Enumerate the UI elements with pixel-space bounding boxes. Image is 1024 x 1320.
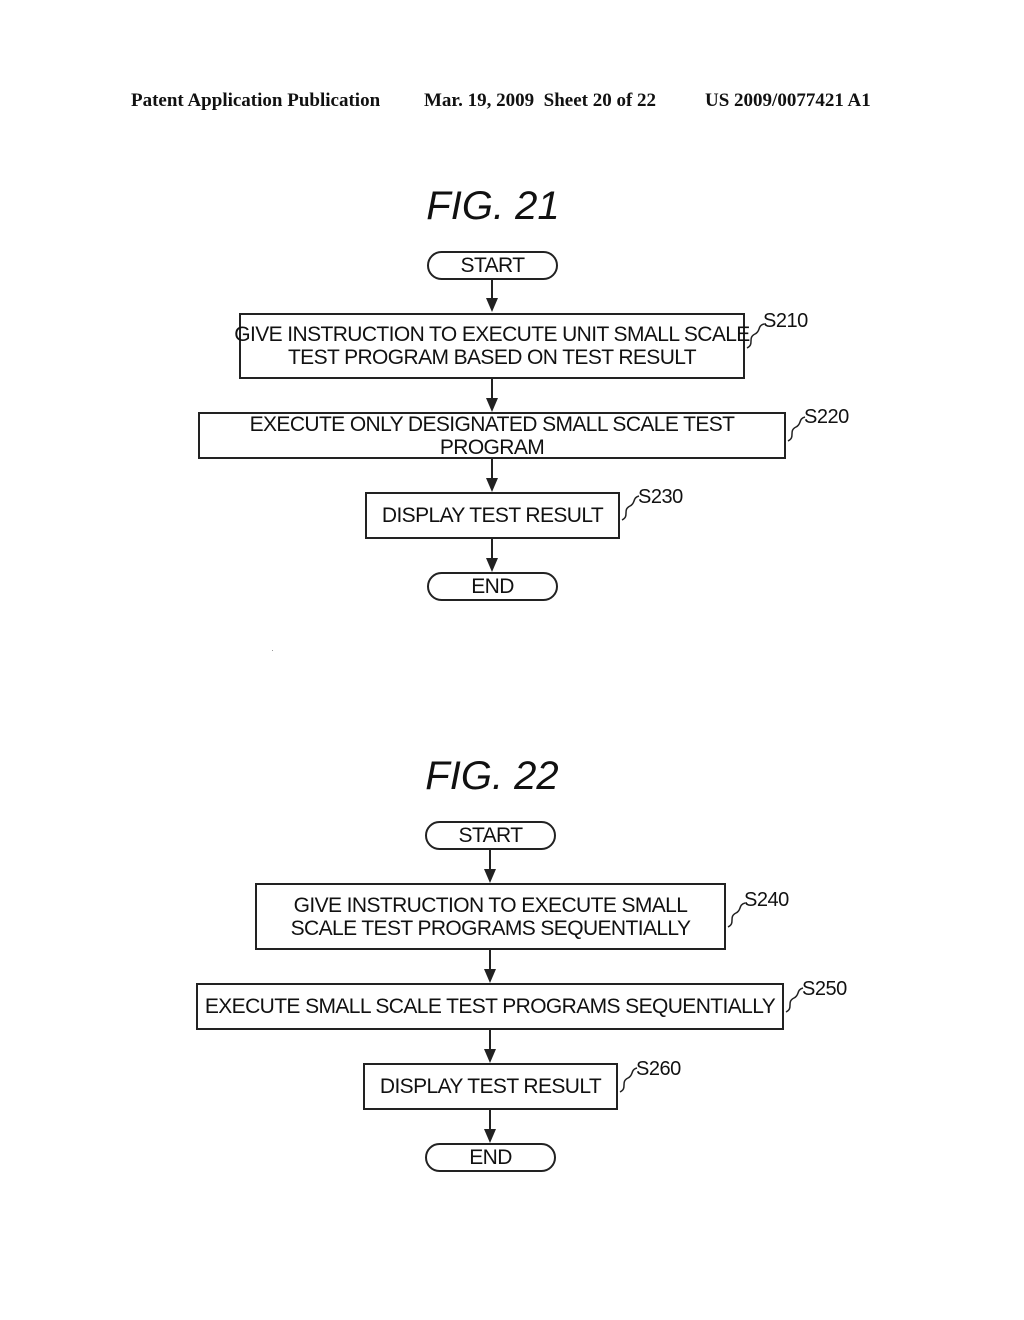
step-label-s260: S260 [636,1058,681,1080]
step-label-s240: S240 [744,889,789,911]
step-label-s210: S210 [763,310,808,332]
arrow-down-icon [484,1049,496,1063]
flow-line [491,280,493,300]
process-step-s220: EXECUTE ONLY DESIGNATED SMALL SCALE TEST… [198,412,786,459]
start-terminal: START [427,251,558,280]
process-step-s230: DISPLAY TEST RESULT [365,492,620,539]
step-label-s230: S230 [638,486,683,508]
leader-squiggle-icon [727,902,746,928]
end-terminal: END [425,1143,556,1172]
flow-line [489,950,491,970]
flow-line [489,1110,491,1130]
date-sheet-label: Mar. 19, 2009 Sheet 20 of 22 [424,90,657,111]
figure-title: FIG. 21 [426,184,560,228]
process-step-s240: GIVE INSTRUCTION TO EXECUTE SMALL SCALE … [255,883,726,950]
patent-number: US 2009/0077421 A1 [705,90,871,111]
scan-speck [272,650,273,651]
figure-title: FIG. 22 [425,754,559,798]
flow-line [491,539,493,559]
arrow-down-icon [486,298,498,312]
process-step-s210: GIVE INSTRUCTION TO EXECUTE UNIT SMALL S… [234,313,750,379]
arrow-down-icon [486,558,498,572]
leader-squiggle-icon [746,323,765,349]
process-step-s260: DISPLAY TEST RESULT [363,1063,618,1110]
leader-squiggle-icon [785,987,804,1013]
process-step-s250: EXECUTE SMALL SCALE TEST PROGRAMS SEQUEN… [196,983,784,1030]
publication-label: Patent Application Publication [131,90,381,111]
arrow-down-icon [484,969,496,983]
flow-line [491,459,493,479]
leader-squiggle-icon [621,495,640,521]
arrow-down-icon [484,869,496,883]
flow-line [491,379,493,399]
arrow-down-icon [486,478,498,492]
flow-line [489,1030,491,1050]
flow-line [489,850,491,870]
step-label-s220: S220 [804,406,849,428]
leader-squiggle-icon [619,1067,638,1093]
step-label-s250: S250 [802,978,847,1000]
arrow-down-icon [486,398,498,412]
end-terminal: END [427,572,558,601]
leader-squiggle-icon [787,416,806,442]
arrow-down-icon [484,1129,496,1143]
start-terminal: START [425,821,556,850]
